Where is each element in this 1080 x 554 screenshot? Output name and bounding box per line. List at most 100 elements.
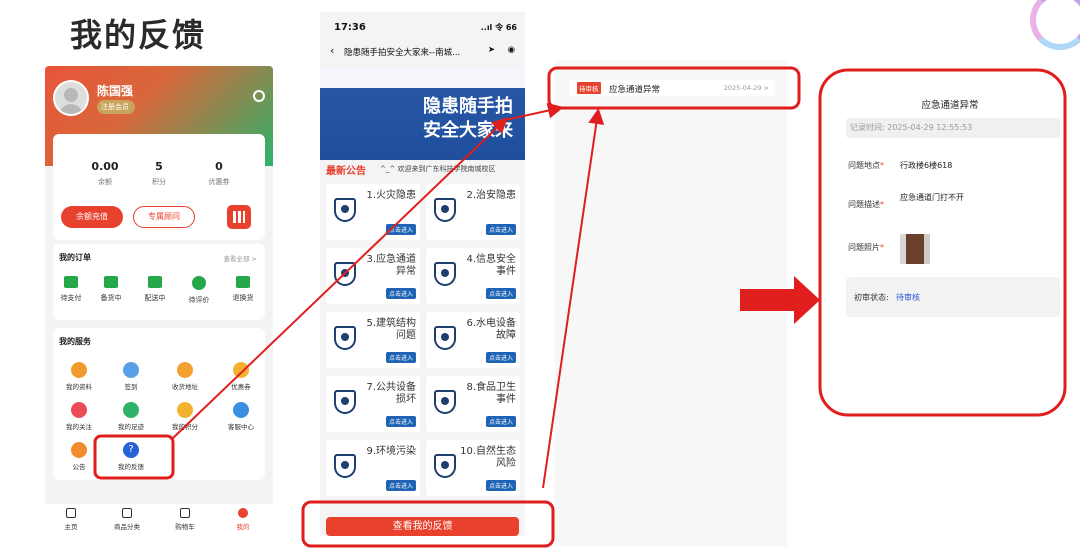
calendar-icon [123, 362, 139, 378]
category-label: 9.环境污染 [366, 446, 416, 457]
description-label: 问题描述* [848, 200, 884, 209]
category-label: 5.建筑结构问题 [366, 318, 416, 341]
service-follows[interactable]: 我的关注 [59, 402, 99, 431]
avatar[interactable] [53, 80, 89, 116]
gear-icon[interactable] [253, 90, 265, 102]
enter-button[interactable]: 点击进入 [385, 288, 416, 299]
banner: 隐患随手拍 安全大家来 [320, 68, 525, 160]
see-all-link[interactable]: 查看全部 > [223, 253, 257, 263]
tab-categories[interactable]: 商品分类 [107, 508, 147, 531]
record-time: 记录时间: 2025-04-29 12:55:53 [846, 118, 1060, 138]
heart-icon [71, 402, 87, 418]
view-my-feedback-button[interactable]: 查看我的反馈 [326, 517, 519, 536]
enter-button[interactable]: 点击进入 [385, 416, 416, 427]
category-pollution[interactable]: 9.环境污染点击进入 [326, 440, 420, 496]
enter-button[interactable]: 点击进入 [385, 480, 416, 491]
detail-title: 应急通道异常 [921, 100, 979, 111]
enter-button[interactable]: 点击进入 [485, 352, 516, 363]
recharge-button[interactable]: 余额充值 [61, 206, 123, 228]
service-label: 我的反馈 [118, 463, 144, 471]
service-announcements[interactable]: 公告 [59, 442, 99, 471]
order-pending-pay[interactable]: 待支付 [53, 276, 89, 303]
banner-slogan-2: 安全大家来 [423, 120, 513, 141]
grid-icon [122, 508, 132, 518]
category-public-equipment[interactable]: 7.公共设备损坏 点击进入 [326, 376, 420, 432]
order-delivering[interactable]: 配送中 [137, 276, 173, 303]
building-icon [334, 326, 356, 350]
home-icon [66, 508, 76, 518]
order-to-review[interactable]: 待评价 [181, 276, 217, 305]
service-label: 收货地址 [172, 383, 198, 391]
category-ecology[interactable]: 10.自然生态风险 点击进入 [426, 440, 520, 496]
category-security[interactable]: 2.治安隐患点击进入 [426, 184, 520, 240]
tab-mine[interactable]: 我的 [223, 508, 263, 531]
globe-icon [434, 454, 456, 478]
service-address[interactable]: 收货地址 [165, 362, 205, 391]
qr-code-icon[interactable] [227, 205, 251, 229]
category-fire[interactable]: 1.火灾隐患 点击进入 [326, 184, 420, 240]
order-label: 待支付 [60, 294, 82, 302]
clock-icon [192, 276, 206, 290]
category-label: 4.信息安全事件 [466, 254, 516, 277]
service-profile[interactable]: 我的资料 [59, 362, 99, 391]
stat-balance[interactable]: 0.00 余额 [75, 160, 135, 187]
record-icon[interactable]: ◉ [508, 45, 515, 55]
cart-icon [180, 508, 190, 518]
back-icon[interactable]: ‹ [330, 44, 334, 57]
enter-button[interactable]: 点击进入 [385, 224, 416, 235]
delivery-icon [148, 276, 162, 288]
school-logo-strip [320, 68, 525, 88]
feedback-list-screen: 待审核 应急通道异常 2025-04-29 > [555, 60, 787, 546]
order-label: 退换货 [232, 294, 254, 302]
photo-label: 问题照片* [848, 243, 884, 252]
category-emergency-exit[interactable]: 3.应急通道异常 点击进入 [326, 248, 420, 304]
tab-home[interactable]: 主页 [51, 508, 91, 531]
coupon-icon [233, 362, 249, 378]
enter-button[interactable]: 点击进入 [485, 480, 516, 491]
member-badge: 注册会员 [97, 100, 135, 114]
advisor-button[interactable]: 专属顾问 [133, 206, 195, 228]
status-signal: ..ıl 令 66 [480, 23, 517, 32]
category-label: 8.食品卫生事件 [466, 382, 516, 405]
stat-coupons[interactable]: 0 优惠券 [189, 160, 249, 187]
enter-button[interactable]: 点击进入 [485, 288, 516, 299]
service-points[interactable]: 我的积分 [165, 402, 205, 431]
enter-button[interactable]: 点击进入 [485, 224, 516, 235]
service-my-feedback[interactable]: ? 我的反馈 [111, 442, 151, 471]
service-checkin[interactable]: 签到 [111, 362, 151, 391]
services-title: 我的服务 [59, 337, 91, 346]
feedback-list-item[interactable]: 待审核 应急通道异常 2025-04-29 > [569, 80, 775, 96]
order-label: 待评价 [188, 296, 210, 304]
service-support[interactable]: 客服中心 [221, 402, 261, 431]
stat-value: 0 [215, 160, 223, 173]
service-coupons[interactable]: 优惠券 [221, 362, 261, 391]
category-utilities[interactable]: 6.水电设备故障 点击进入 [426, 312, 520, 368]
service-footprints[interactable]: 我的足迹 [111, 402, 151, 431]
service-label: 签到 [124, 383, 138, 391]
service-label: 我的足迹 [118, 423, 144, 431]
stat-label: 余额 [98, 178, 112, 186]
notice-text: ^_^ 欢迎来到广东科技学院南城校区 [380, 165, 496, 173]
stat-value: 5 [155, 160, 163, 173]
order-preparing[interactable]: 备货中 [93, 276, 129, 303]
stat-value: 0.00 [91, 160, 119, 173]
problem-photo[interactable] [900, 234, 930, 264]
order-returns[interactable]: 退换货 [225, 276, 261, 303]
enter-button[interactable]: 点击进入 [385, 352, 416, 363]
megaphone-icon [71, 442, 87, 458]
coins-icon [177, 402, 193, 418]
stat-points[interactable]: 5 积分 [129, 160, 189, 187]
fire-icon [334, 198, 356, 222]
category-label: 2.治安隐患 [466, 190, 516, 201]
tab-cart[interactable]: 购物车 [165, 508, 205, 531]
status-time: 17:36 [334, 22, 366, 33]
services-card: 我的服务 我的资料 签到 收货地址 优惠券 我的关注 我的足迹 我的积分 客服中… [53, 328, 265, 480]
service-label: 我的积分 [172, 423, 198, 431]
category-info-security[interactable]: 4.信息安全事件点击进入 [426, 248, 520, 304]
notice-title: 最新公告 [326, 166, 366, 177]
category-building[interactable]: 5.建筑结构问题点击进入 [326, 312, 420, 368]
location-arrow-icon[interactable]: ➤ [488, 45, 495, 55]
enter-button[interactable]: 点击进入 [485, 416, 516, 427]
service-label: 我的关注 [66, 423, 92, 431]
category-food-hygiene[interactable]: 8.食品卫生事件点击进入 [426, 376, 520, 432]
